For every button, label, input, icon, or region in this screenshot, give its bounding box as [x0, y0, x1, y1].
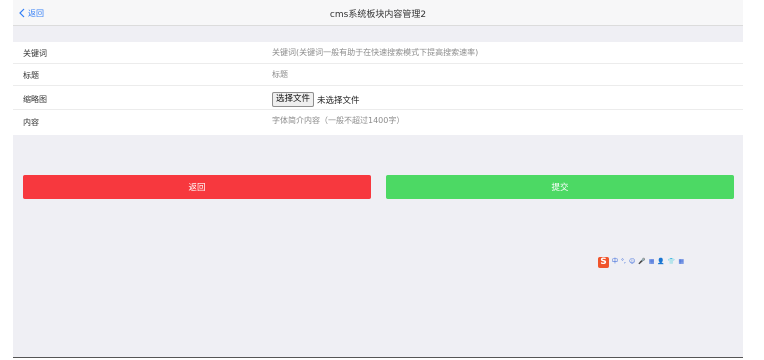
app-container: 返回 cms系统板块内容管理2 关键词 标题 缩略图 选择文件 未选择文件 内容… — [13, 0, 743, 358]
page-title: cms系统板块内容管理2 — [329, 10, 427, 20]
ime-chinese-icon[interactable]: 中 — [612, 258, 618, 266]
ime-keyboard-icon[interactable]: ▦ — [649, 258, 655, 266]
submit-button[interactable]: 提交 — [386, 175, 734, 199]
ime-skin-icon[interactable]: 👕 — [668, 258, 675, 266]
content-label: 内容 — [23, 118, 39, 127]
ime-emoji-icon[interactable]: ☺ — [629, 258, 635, 266]
thumbnail-label: 缩略图 — [23, 95, 47, 104]
title-label: 标题 — [23, 71, 39, 80]
ime-voice-icon[interactable]: 🎤 — [638, 258, 645, 266]
back-button[interactable]: 返回 — [23, 175, 371, 199]
keyword-row: 关键词 — [13, 42, 743, 64]
content-form: 关键词 标题 缩略图 选择文件 未选择文件 内容 — [13, 42, 743, 135]
ime-toolbox-icon[interactable]: ▦ — [678, 258, 684, 266]
content-textarea[interactable] — [272, 115, 733, 135]
title-row: 标题 — [13, 64, 743, 86]
keyword-label: 关键词 — [23, 49, 47, 58]
content-row: 内容 — [13, 111, 743, 135]
title-input[interactable] — [272, 64, 733, 85]
keyword-input[interactable] — [272, 42, 733, 63]
nav-header: 返回 cms系统板块内容管理2 — [13, 0, 743, 26]
ime-toolbar[interactable]: S 中 °, ☺ 🎤 ▦ 👤 👕 ▦ — [598, 256, 684, 268]
file-status: 未选择文件 — [317, 95, 360, 106]
sogou-logo-icon: S — [598, 256, 609, 268]
choose-file-button[interactable]: 选择文件 — [272, 92, 315, 107]
file-chooser: 选择文件 未选择文件 — [272, 92, 360, 107]
ime-punctuation-icon[interactable]: °, — [621, 258, 626, 266]
thumbnail-row: 缩略图 选择文件 未选择文件 — [13, 88, 743, 110]
ime-user-icon[interactable]: 👤 — [657, 258, 664, 266]
